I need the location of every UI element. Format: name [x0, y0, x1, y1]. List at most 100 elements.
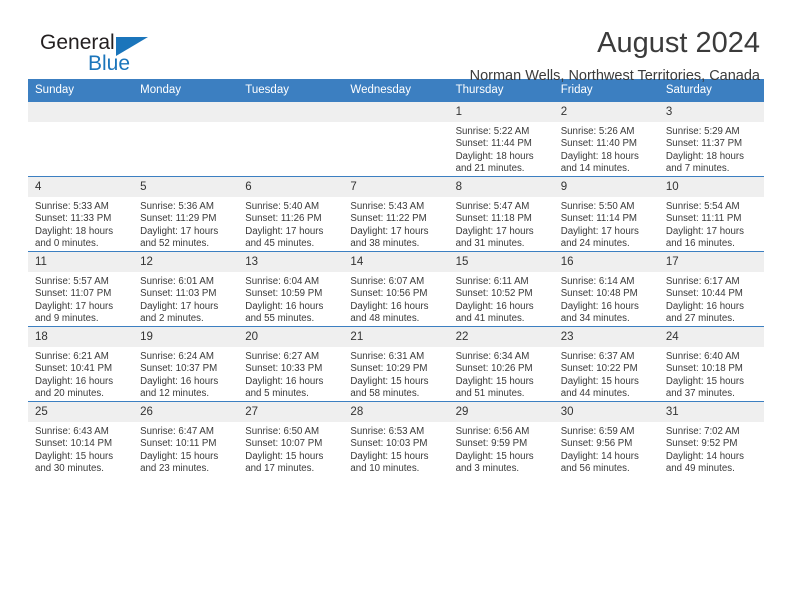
day-number: 31	[658, 402, 764, 422]
daylight-text-line2: and 5 minutes.	[245, 388, 309, 400]
day-cell[interactable]: 19 Sunrise: 6:24 AM Sunset: 10:37 PM Day…	[133, 326, 239, 402]
day-cell[interactable]: 21 Sunrise: 6:31 AM Sunset: 10:29 PM Day…	[343, 326, 449, 402]
day-details: Sunrise: 6:14 AM Sunset: 10:48 PM Daylig…	[554, 272, 659, 326]
page-title: August 2024	[597, 27, 760, 59]
day-cell[interactable]: 17 Sunrise: 6:17 AM Sunset: 10:44 PM Day…	[658, 251, 764, 327]
day-number: 27	[238, 402, 344, 422]
day-details: Sunrise: 6:50 AM Sunset: 10:07 PM Daylig…	[238, 422, 343, 476]
day-details	[28, 122, 133, 126]
daylight-text-line1: Daylight: 15 hours	[140, 450, 219, 462]
calendar-week-row: 1 Sunrise: 5:22 AM Sunset: 11:44 PM Dayl…	[28, 101, 764, 177]
day-cell[interactable]	[28, 101, 134, 177]
day-details: Sunrise: 6:27 AM Sunset: 10:33 PM Daylig…	[238, 347, 343, 401]
day-cell[interactable]: 13 Sunrise: 6:04 AM Sunset: 10:59 PM Day…	[238, 251, 344, 327]
day-number: 9	[553, 177, 659, 197]
day-cell[interactable]: 6 Sunrise: 5:40 AM Sunset: 11:26 PM Dayl…	[238, 176, 344, 252]
sunrise-text: Sunrise: 6:04 AM	[245, 276, 320, 287]
day-number: 28	[343, 402, 449, 422]
daylight-text-line2: and 52 minutes.	[140, 238, 210, 250]
day-number: 22	[448, 327, 554, 347]
sunrise-text: Sunrise: 5:29 AM	[665, 126, 740, 137]
day-cell[interactable]: 12 Sunrise: 6:01 AM Sunset: 11:03 PM Day…	[133, 251, 239, 327]
day-details: Sunrise: 5:26 AM Sunset: 11:40 PM Daylig…	[554, 122, 659, 176]
calendar-body: 1 Sunrise: 5:22 AM Sunset: 11:44 PM Dayl…	[28, 101, 764, 476]
sunrise-text: Sunrise: 5:22 AM	[455, 126, 530, 137]
day-number: 16	[553, 252, 659, 272]
day-cell[interactable]: 25 Sunrise: 6:43 AM Sunset: 10:14 PM Day…	[28, 401, 134, 476]
daylight-text-line1: Daylight: 17 hours	[560, 225, 639, 237]
day-cell[interactable]: 8 Sunrise: 5:47 AM Sunset: 11:18 PM Dayl…	[448, 176, 554, 252]
day-cell[interactable]	[343, 101, 449, 177]
daylight-text-line2: and 55 minutes.	[245, 313, 315, 325]
day-cell[interactable]: 23 Sunrise: 6:37 AM Sunset: 10:22 PM Day…	[553, 326, 659, 402]
sunrise-text: Sunrise: 5:47 AM	[455, 201, 530, 212]
day-cell[interactable]	[238, 101, 344, 177]
daylight-text-line2: and 38 minutes.	[350, 238, 420, 250]
sunset-text: Sunset: 10:14 PM	[35, 438, 113, 450]
day-cell[interactable]: 29 Sunrise: 6:56 AM Sunset: 9:59 PM Dayl…	[448, 401, 554, 476]
page-header: General Blue August 2024 Norman Wells, N…	[28, 0, 764, 84]
day-cell[interactable]: 14 Sunrise: 6:07 AM Sunset: 10:56 PM Day…	[343, 251, 449, 327]
day-number	[343, 102, 449, 122]
day-number: 6	[238, 177, 344, 197]
day-cell[interactable]: 26 Sunrise: 6:47 AM Sunset: 10:11 PM Day…	[133, 401, 239, 476]
sunrise-text: Sunrise: 5:57 AM	[35, 276, 109, 287]
daylight-text-line2: and 51 minutes.	[455, 388, 525, 400]
general-blue-logo[interactable]: General Blue	[28, 26, 178, 82]
sunset-text: Sunset: 10:56 PM	[350, 288, 428, 300]
daylight-text-line2: and 9 minutes.	[35, 313, 99, 325]
day-cell[interactable]: 31 Sunrise: 7:02 AM Sunset: 9:52 PM Dayl…	[658, 401, 764, 476]
sunset-text: Sunset: 10:37 PM	[140, 363, 218, 375]
day-cell[interactable]: 22 Sunrise: 6:34 AM Sunset: 10:26 PM Day…	[448, 326, 554, 402]
day-cell[interactable]: 27 Sunrise: 6:50 AM Sunset: 10:07 PM Day…	[238, 401, 344, 476]
weekday-header-sunday: Sunday	[28, 79, 134, 102]
sunrise-text: Sunrise: 5:54 AM	[665, 201, 740, 212]
day-number: 30	[553, 402, 659, 422]
day-cell[interactable]: 7 Sunrise: 5:43 AM Sunset: 11:22 PM Dayl…	[343, 176, 449, 252]
day-details: Sunrise: 6:07 AM Sunset: 10:56 PM Daylig…	[343, 272, 448, 326]
day-cell[interactable]: 30 Sunrise: 6:59 AM Sunset: 9:56 PM Dayl…	[553, 401, 659, 476]
daylight-text-line2: and 20 minutes.	[35, 388, 104, 400]
day-cell[interactable]: 15 Sunrise: 6:11 AM Sunset: 10:52 PM Day…	[448, 251, 554, 327]
day-cell[interactable]: 9 Sunrise: 5:50 AM Sunset: 11:14 PM Dayl…	[553, 176, 659, 252]
day-cell[interactable]: 4 Sunrise: 5:33 AM Sunset: 11:33 PM Dayl…	[28, 176, 134, 252]
day-cell[interactable]: 3 Sunrise: 5:29 AM Sunset: 11:37 PM Dayl…	[658, 101, 764, 177]
day-cell[interactable]: 24 Sunrise: 6:40 AM Sunset: 10:18 PM Day…	[658, 326, 764, 402]
daylight-text-line2: and 31 minutes.	[455, 238, 525, 250]
sunrise-text: Sunrise: 6:56 AM	[455, 426, 530, 437]
day-details: Sunrise: 6:24 AM Sunset: 10:37 PM Daylig…	[133, 347, 238, 401]
sunrise-text: Sunrise: 6:34 AM	[455, 351, 530, 362]
day-cell[interactable]: 11 Sunrise: 5:57 AM Sunset: 11:07 PM Day…	[28, 251, 134, 327]
day-cell[interactable]: 5 Sunrise: 5:36 AM Sunset: 11:29 PM Dayl…	[133, 176, 239, 252]
daylight-text-line1: Daylight: 14 hours	[560, 450, 639, 462]
day-cell[interactable]: 16 Sunrise: 6:14 AM Sunset: 10:48 PM Day…	[553, 251, 659, 327]
day-cell[interactable]: 10 Sunrise: 5:54 AM Sunset: 11:11 PM Day…	[658, 176, 764, 252]
day-details: Sunrise: 5:54 AM Sunset: 11:11 PM Daylig…	[659, 197, 764, 251]
daylight-text-line1: Daylight: 18 hours	[665, 150, 744, 162]
day-cell[interactable]: 20 Sunrise: 6:27 AM Sunset: 10:33 PM Day…	[238, 326, 344, 402]
calendar-week-row: 25 Sunrise: 6:43 AM Sunset: 10:14 PM Day…	[28, 401, 764, 476]
sunset-text: Sunset: 10:07 PM	[245, 438, 323, 450]
daylight-text-line2: and 30 minutes.	[35, 463, 104, 475]
day-cell[interactable]: 1 Sunrise: 5:22 AM Sunset: 11:44 PM Dayl…	[448, 101, 554, 177]
sunset-text: Sunset: 10:59 PM	[245, 288, 323, 300]
day-details: Sunrise: 5:22 AM Sunset: 11:44 PM Daylig…	[449, 122, 554, 176]
sunrise-text: Sunrise: 5:26 AM	[560, 126, 635, 137]
daylight-text-line1: Daylight: 16 hours	[35, 375, 114, 387]
sunrise-text: Sunrise: 6:40 AM	[665, 351, 740, 362]
sunset-text: Sunset: 11:40 PM	[560, 138, 637, 150]
daylight-text-line2: and 24 minutes.	[560, 238, 630, 250]
sunset-text: Sunset: 9:56 PM	[560, 438, 633, 450]
day-cell[interactable]: 18 Sunrise: 6:21 AM Sunset: 10:41 PM Day…	[28, 326, 134, 402]
sunset-text: Sunset: 11:29 PM	[140, 213, 217, 225]
day-cell[interactable]: 2 Sunrise: 5:26 AM Sunset: 11:40 PM Dayl…	[553, 101, 659, 177]
daylight-text-line1: Daylight: 16 hours	[665, 300, 744, 312]
day-cell[interactable]	[133, 101, 239, 177]
sunset-text: Sunset: 10:26 PM	[455, 363, 533, 375]
daylight-text-line1: Daylight: 14 hours	[665, 450, 744, 462]
daylight-text-line2: and 41 minutes.	[455, 313, 525, 325]
day-details: Sunrise: 6:47 AM Sunset: 10:11 PM Daylig…	[133, 422, 238, 476]
day-number: 29	[448, 402, 554, 422]
sunset-text: Sunset: 11:11 PM	[665, 213, 742, 225]
day-cell[interactable]: 28 Sunrise: 6:53 AM Sunset: 10:03 PM Day…	[343, 401, 449, 476]
